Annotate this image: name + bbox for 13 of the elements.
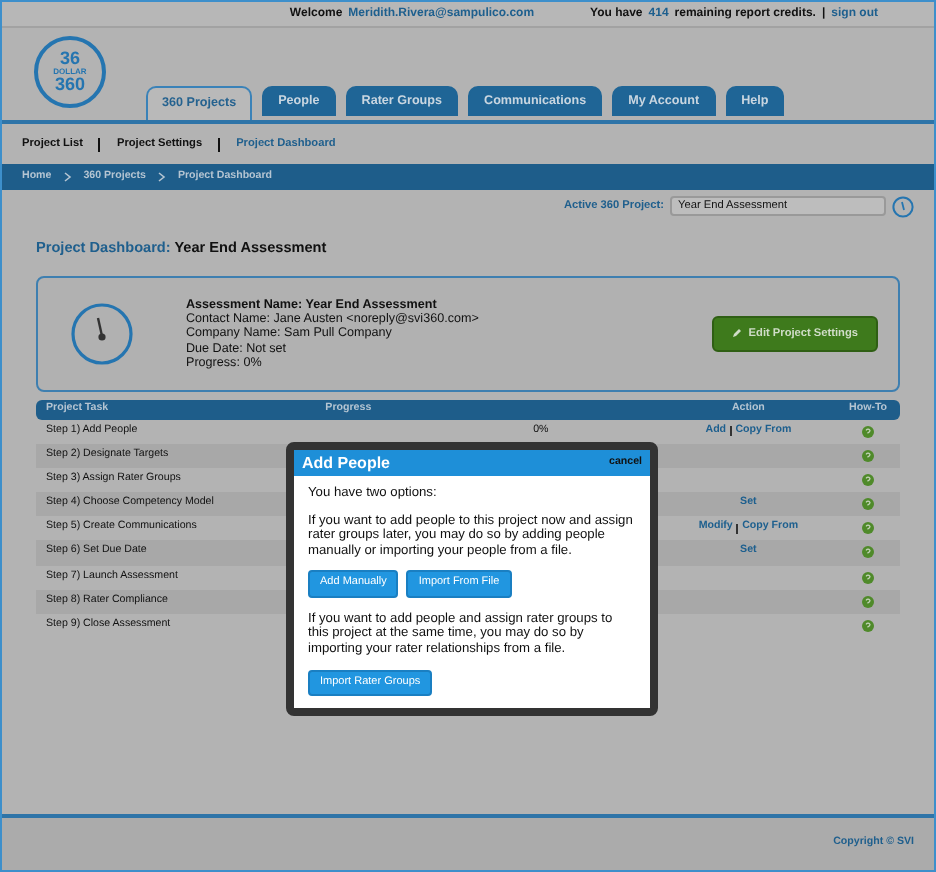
dialog-title: Add People <box>302 455 391 471</box>
help-icon[interactable] <box>862 425 875 438</box>
help-icon[interactable] <box>862 474 875 487</box>
pencil-icon <box>732 328 743 339</box>
help-icon[interactable] <box>862 450 875 463</box>
clock-icon[interactable] <box>892 195 914 217</box>
help-icon[interactable] <box>862 619 875 632</box>
help-icon[interactable] <box>862 546 875 559</box>
help-icon[interactable] <box>862 571 875 584</box>
help-icon[interactable] <box>862 498 875 511</box>
gauge-icon <box>70 301 134 366</box>
help-icon[interactable] <box>862 522 875 535</box>
help-icon[interactable] <box>862 595 875 608</box>
